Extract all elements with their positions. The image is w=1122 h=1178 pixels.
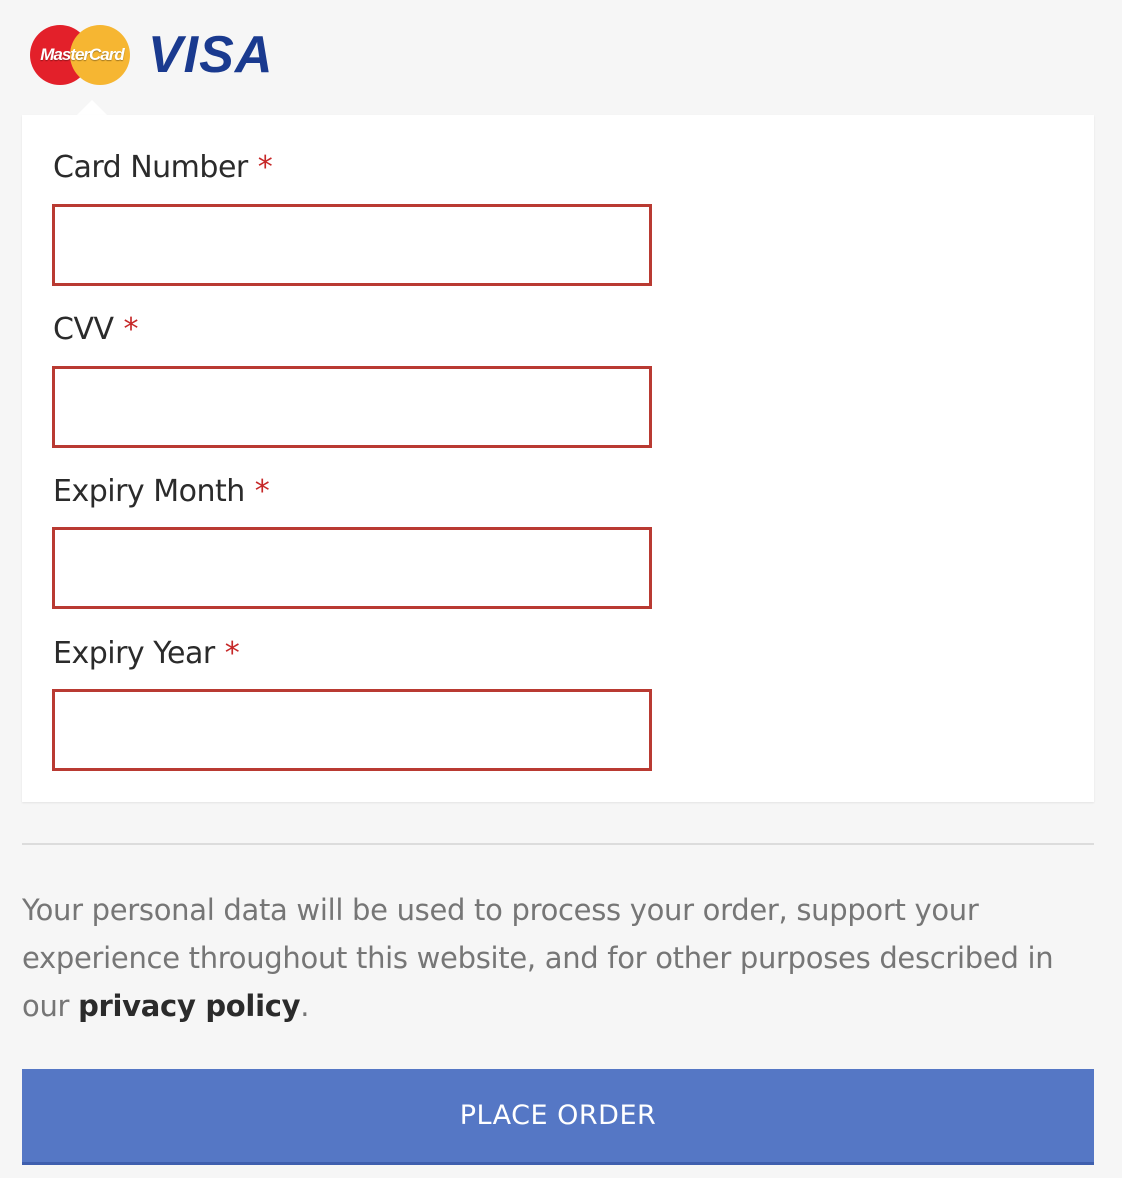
expiry-year-input[interactable] xyxy=(52,689,652,771)
card-number-input[interactable] xyxy=(52,204,652,286)
expiry-month-input[interactable] xyxy=(52,527,652,609)
place-order-button[interactable]: PLACE ORDER xyxy=(22,1069,1094,1165)
required-asterisk: * xyxy=(123,312,139,347)
checkout-payment-page: MasterCard VISA Card Number * CVV * Expiry… xyxy=(0,0,1122,1178)
card-box-pointer xyxy=(76,100,108,116)
visa-logo-icon: VISA xyxy=(148,26,274,84)
mastercard-logo-text: MasterCard xyxy=(40,45,125,64)
expiry-year-label: Expiry Year * xyxy=(53,636,240,671)
section-divider xyxy=(22,843,1094,845)
privacy-policy-link[interactable]: privacy policy xyxy=(78,989,300,1023)
expiry-month-label: Expiry Month * xyxy=(53,474,270,509)
privacy-notice: Your personal data will be used to proce… xyxy=(22,886,1102,1030)
required-asterisk: * xyxy=(254,474,270,509)
cvv-label: CVV * xyxy=(53,312,139,347)
cvv-input[interactable] xyxy=(52,366,652,448)
card-details-panel: Card Number * CVV * Expiry Month * Expiry Y… xyxy=(22,115,1094,802)
required-asterisk: * xyxy=(257,150,273,185)
mastercard-logo-icon: MasterCard xyxy=(30,23,134,87)
required-asterisk: * xyxy=(224,636,240,671)
card-logos: MasterCard VISA xyxy=(30,22,273,88)
card-number-label: Card Number * xyxy=(53,150,273,185)
privacy-notice-end: . xyxy=(300,989,310,1023)
